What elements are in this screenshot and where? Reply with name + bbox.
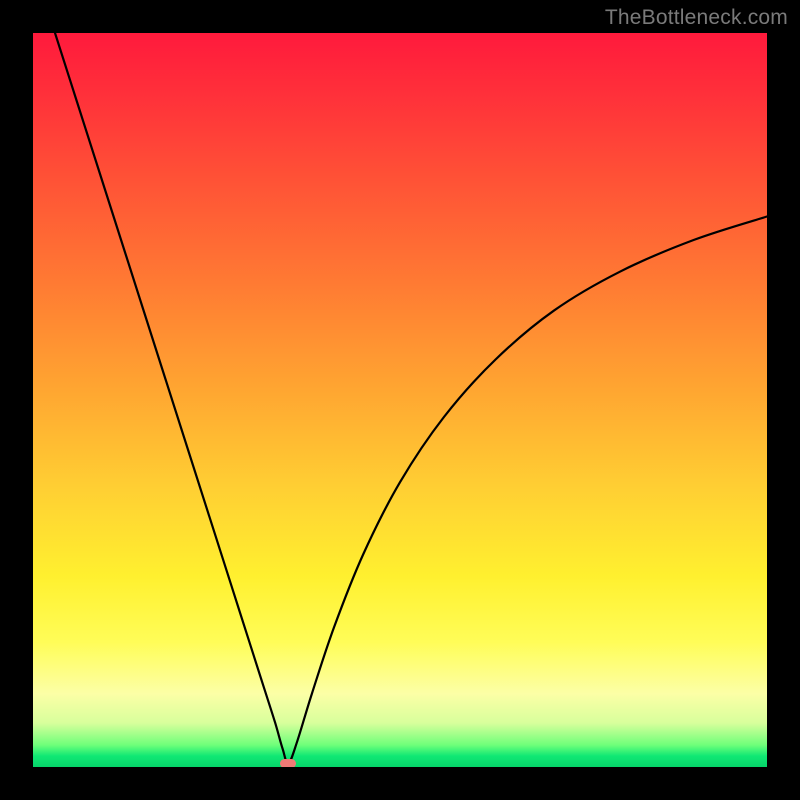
chart-frame: TheBottleneck.com bbox=[0, 0, 800, 800]
plot-area bbox=[33, 33, 767, 767]
bottleneck-curve bbox=[33, 33, 767, 767]
curve-path bbox=[55, 33, 767, 763]
watermark-text: TheBottleneck.com bbox=[605, 6, 788, 30]
min-marker bbox=[280, 759, 296, 767]
